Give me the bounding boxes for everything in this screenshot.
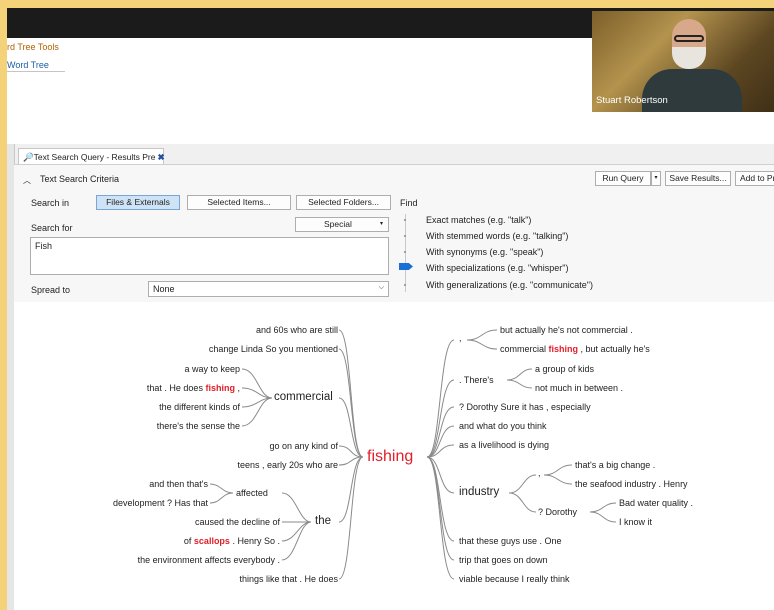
find-label: Find xyxy=(400,198,418,208)
tree-node-dorothy[interactable]: ? Dorothy xyxy=(538,507,577,518)
participant-name: Stuart Robertson xyxy=(596,95,668,106)
person-beard xyxy=(672,47,706,69)
tree-phrase[interactable]: as a livelihood is dying xyxy=(459,440,549,451)
tree-phrase[interactable]: things like that . He does xyxy=(239,574,338,585)
document-tab-title: Text Search Query - Results Pre xyxy=(33,152,156,162)
find-slider-track[interactable] xyxy=(405,214,406,292)
search-for-input[interactable]: Fish xyxy=(30,237,389,275)
keyword-highlight: fishing xyxy=(548,344,579,354)
chevron-down-icon: ⌵ xyxy=(378,284,384,291)
tree-phrase[interactable]: ? Dorothy Sure it has , especially xyxy=(459,402,591,413)
add-to-project-button[interactable]: Add to Pr xyxy=(735,171,774,186)
tree-phrase[interactable]: development ? Has that xyxy=(113,498,208,509)
tree-phrase[interactable]: teens , early 20s who are xyxy=(237,460,338,471)
ribbon-tab-word-tree-tools[interactable]: rd Tree Tools xyxy=(7,42,59,52)
document-tab[interactable]: 🔎Text Search Query - Results Pre ✖ xyxy=(18,148,165,164)
find-option-stemmed[interactable]: With stemmed words (e.g. "talking") xyxy=(426,231,568,241)
tree-phrase-text: , xyxy=(237,383,240,393)
tree-node-industry[interactable]: industry xyxy=(459,486,499,499)
slider-tick xyxy=(404,219,406,221)
query-panel: ︿ Text Search Criteria Run Query ▾ Save … xyxy=(14,164,774,303)
tree-phrase[interactable]: viable because I really think xyxy=(459,574,570,585)
ribbon-tab-word-tree[interactable]: Word Tree xyxy=(7,60,49,70)
tree-phrase[interactable]: and then that's xyxy=(149,479,208,490)
tree-phrase[interactable]: there's the sense the xyxy=(157,421,240,432)
tree-node-comma[interactable]: , xyxy=(538,468,541,479)
tree-node-the[interactable]: the xyxy=(315,515,331,528)
person-glasses xyxy=(674,35,704,42)
spread-to-value: None xyxy=(153,284,175,294)
tree-phrase[interactable]: that . He does fishing , xyxy=(147,383,240,394)
tree-phrase[interactable]: not much in between . xyxy=(535,383,623,394)
tree-phrase[interactable]: and 60s who are still xyxy=(256,325,338,336)
find-option-exact[interactable]: Exact matches (e.g. "talk") xyxy=(426,215,531,225)
tree-phrase[interactable]: go on any kind of xyxy=(269,441,338,452)
ribbon-tab-divider xyxy=(7,71,65,72)
selected-items-button[interactable]: Selected Items... xyxy=(187,195,291,210)
slider-tick xyxy=(404,235,406,237)
files-externals-button[interactable]: Files & Externals xyxy=(96,195,180,210)
find-option-generalizations[interactable]: With generalizations (e.g. "communicate"… xyxy=(426,280,593,290)
webcam-overlay: Stuart Robertson xyxy=(592,11,774,112)
query-icon: 🔎 xyxy=(23,152,34,162)
tree-root-keyword[interactable]: fishing xyxy=(367,448,413,466)
tree-phrase[interactable]: caused the decline of xyxy=(195,517,280,528)
find-option-synonyms[interactable]: With synonyms (e.g. "speak") xyxy=(426,247,543,257)
tree-phrase-text: that . He does xyxy=(146,383,203,393)
section-title: Text Search Criteria xyxy=(40,174,120,184)
tree-phrase[interactable]: a group of kids xyxy=(535,364,594,375)
tree-phrase[interactable]: the different kinds of xyxy=(159,402,240,413)
search-in-label: Search in xyxy=(31,198,70,208)
chevron-down-icon: ▾ xyxy=(379,221,383,227)
tree-phrase[interactable]: the environment affects everybody . xyxy=(138,555,280,566)
run-query-button[interactable]: Run Query xyxy=(595,171,651,186)
tree-node-commercial[interactable]: commercial xyxy=(274,391,333,404)
special-dropdown[interactable]: Special ▾ xyxy=(295,217,389,232)
tree-phrase[interactable]: trip that goes on down xyxy=(459,555,548,566)
tree-phrase[interactable]: and what do you think xyxy=(459,421,547,432)
tree-phrase-text: , but actually he's xyxy=(580,344,650,354)
close-tab-icon[interactable]: ✖ xyxy=(157,152,164,162)
tree-phrase[interactable]: commercial fishing , but actually he's xyxy=(500,344,650,355)
tree-phrase-text: of xyxy=(183,536,192,546)
slider-tick xyxy=(404,284,406,286)
spread-to-select[interactable]: None ⌵ xyxy=(148,281,389,297)
tree-phrase[interactable]: but actually he's not commercial . xyxy=(500,325,633,336)
spread-to-label: Spread to xyxy=(31,285,71,295)
tree-phrase-text: . Henry So . xyxy=(232,536,280,546)
search-for-label: Search for xyxy=(31,223,73,233)
tree-phrase[interactable]: I know it xyxy=(619,517,652,528)
tree-node-comma[interactable]: , xyxy=(459,333,462,344)
save-results-button[interactable]: Save Results... xyxy=(665,171,731,186)
slider-tick xyxy=(404,251,406,253)
tree-phrase[interactable]: of scallops . Henry So . xyxy=(184,536,280,547)
run-query-dropdown-icon[interactable]: ▾ xyxy=(651,171,661,186)
tree-phrase[interactable]: change Linda So you mentioned xyxy=(209,344,338,355)
keyword-highlight: fishing xyxy=(205,383,235,393)
keyword-highlight: scallops xyxy=(193,536,230,546)
selected-folders-button[interactable]: Selected Folders... xyxy=(296,195,391,210)
tree-node-theres[interactable]: . There's xyxy=(459,375,494,386)
tree-phrase[interactable]: the seafood industry . Henry xyxy=(575,479,688,490)
tree-phrase-text: commercial xyxy=(500,344,547,354)
tree-phrase[interactable]: that's a big change . xyxy=(575,460,655,471)
word-tree-canvas: and 60s who are still change Linda So yo… xyxy=(14,302,774,610)
tree-node-affected[interactable]: affected xyxy=(236,488,268,499)
find-option-specializations[interactable]: With specializations (e.g. "whisper") xyxy=(426,263,568,273)
tree-phrase[interactable]: a way to keep xyxy=(184,364,240,375)
collapse-chevron-icon[interactable]: ︿ xyxy=(23,175,31,186)
tree-phrase[interactable]: Bad water quality . xyxy=(619,498,693,509)
special-dropdown-value: Special xyxy=(324,219,352,229)
tree-phrase[interactable]: that these guys use . One xyxy=(459,536,562,547)
